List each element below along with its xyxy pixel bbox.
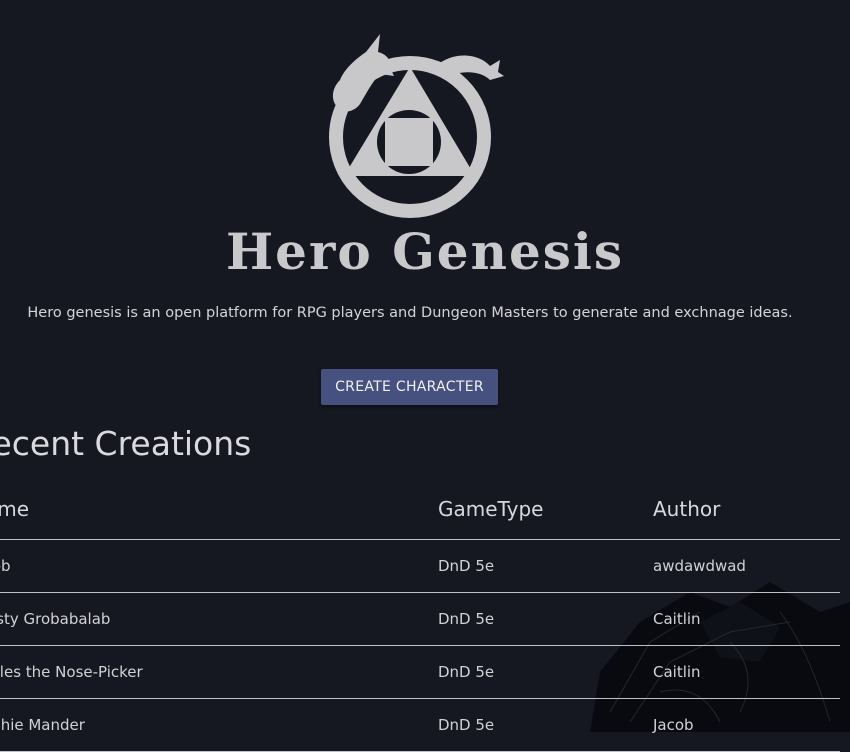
table-row[interactable]: Crusty Grobabalab DnD 5e Caitlin [0,593,840,646]
cell-gametype: DnD 5e [438,716,495,734]
table-header: Name GameType Author [0,490,840,540]
cell-author: Jacob [653,716,694,734]
column-header-gametype: GameType [438,497,544,521]
section-title: Recent Creations [0,424,252,463]
column-header-name: Name [0,497,30,521]
cell-name: Tickles the Nose-Picker [0,663,143,681]
dragon-circle-triangle-square-icon [329,34,504,218]
table-row[interactable]: Jacob DnD 5e awdawdwad [0,540,840,593]
table-row[interactable]: Tickles the Nose-Picker DnD 5e Caitlin [0,646,840,699]
cell-author: Caitlin [653,663,701,681]
cell-author: Caitlin [653,610,701,628]
cell-gametype: DnD 5e [438,663,495,681]
cell-gametype: DnD 5e [438,557,495,575]
cell-name: Crusty Grobabalab [0,610,111,628]
column-header-author: Author [653,497,721,521]
cell-name: Muchie Mander [0,716,85,734]
create-character-button[interactable]: CREATE CHARACTER [321,369,498,405]
table-row[interactable]: Muchie Mander DnD 5e Jacob [0,699,840,752]
cell-name: Jacob [0,557,11,575]
recent-creations-table: Name GameType Author Jacob DnD 5e awdawd… [0,490,840,752]
hero-genesis-logo [320,30,510,220]
cell-author: awdawdwad [653,557,746,575]
cell-gametype: DnD 5e [438,610,495,628]
brand-title: Hero Genesis [225,222,625,281]
tagline: Hero genesis is an open platform for RPG… [27,305,793,321]
